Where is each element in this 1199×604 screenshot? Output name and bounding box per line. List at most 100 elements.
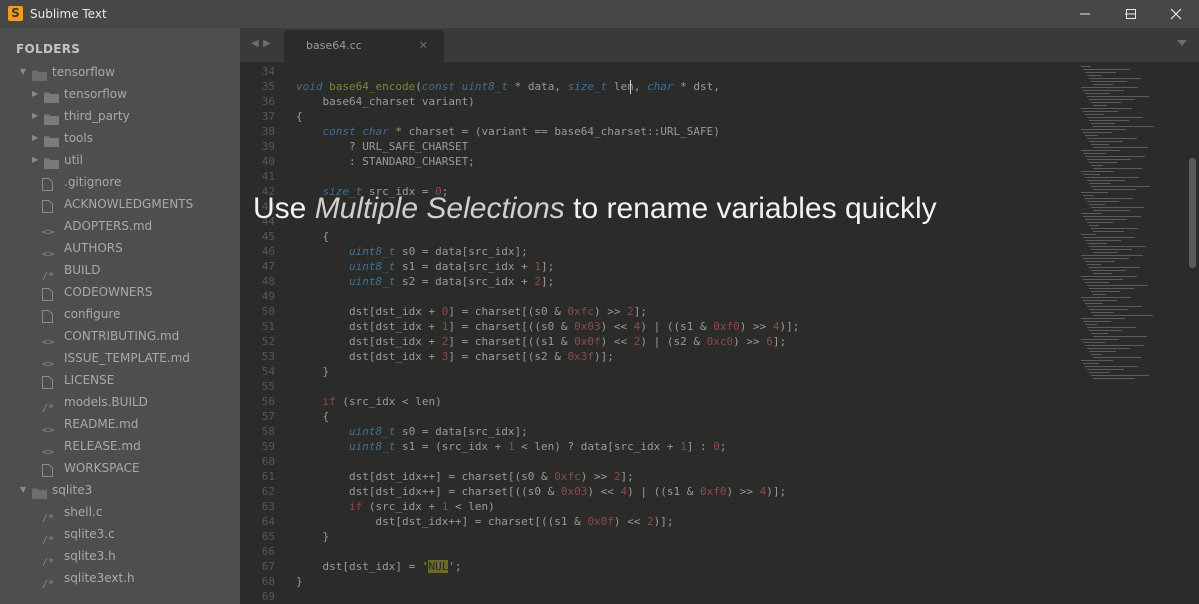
file-item[interactable]: WORKSPACE: [0, 457, 240, 479]
minimap-line: [1093, 252, 1118, 253]
code-line: 51 dst[dst_idx + 1] = charset[((s0 & 0x0…: [240, 319, 1075, 334]
code-text: const char * charset = (variant == base6…: [322, 125, 720, 138]
minimap-line: [1089, 351, 1116, 352]
tree-item-label: third_party: [64, 109, 130, 123]
code-line: 64 dst[dst_idx++] = charset[((s1 & 0x0f)…: [240, 514, 1075, 529]
caption-prefix: Use: [253, 192, 315, 225]
chevron-right-icon[interactable]: ▶: [32, 105, 38, 127]
minimap-line: [1091, 186, 1150, 187]
minimize-button[interactable]: [1062, 0, 1108, 28]
file-item[interactable]: <> ISSUE_TEMPLATE.md: [0, 347, 240, 370]
folder-open-icon: [32, 66, 47, 81]
file-item[interactable]: <> CONTRIBUTING.md: [0, 325, 240, 348]
code-text: }: [296, 530, 330, 543]
minimap-line: [1093, 231, 1124, 232]
minimap-line: [1087, 222, 1113, 223]
code-line: 48 uint8_t s2 = data[src_idx + 2];: [240, 274, 1075, 289]
file-item[interactable]: /* BUILD: [0, 259, 240, 282]
tree-item-label: sqlite3: [52, 483, 93, 497]
file-item[interactable]: <> README.md: [0, 413, 240, 436]
file-item[interactable]: /* models.BUILD: [0, 391, 240, 414]
minimap-line: [1081, 213, 1102, 214]
folder-item[interactable]: ▶ tensorflow: [0, 83, 240, 105]
code-text: }: [296, 365, 330, 378]
line-number: 35: [261, 80, 275, 93]
close-button[interactable]: [1153, 0, 1199, 28]
folder-item[interactable]: ▼ tensorflow: [0, 61, 240, 83]
code-line: 61 dst[dst_idx++] = charset[(s0 & 0xfc) …: [240, 469, 1075, 484]
code-file-icon: <>: [42, 425, 55, 436]
chevron-right-icon[interactable]: ▶: [32, 127, 38, 149]
line-number: 40: [261, 155, 275, 168]
code-editor[interactable]: 34 35 void base64_encode(const uint8_t * d…: [240, 62, 1075, 604]
file-item[interactable]: /* shell.c: [0, 501, 240, 524]
minimap-line: [1087, 159, 1131, 160]
tab-scroll-right-icon[interactable]: ▶: [263, 38, 271, 49]
tree-item-label: models.BUILD: [64, 395, 148, 409]
minimap[interactable]: [1075, 62, 1187, 604]
code-line: 68}: [240, 574, 1075, 589]
code-line: 38 const char * charset = (variant == ba…: [240, 124, 1075, 139]
tab-scroll-left-icon[interactable]: ◀: [251, 38, 259, 49]
file-item[interactable]: <> ADOPTERS.md: [0, 215, 240, 238]
minimap-line: [1091, 354, 1102, 355]
minimap-line: [1091, 102, 1121, 103]
minimap-line: [1085, 282, 1109, 283]
code-text: dst[dst_idx + 1] = charset[((s0 & 0x03) …: [296, 320, 800, 333]
file-item[interactable]: LICENSE: [0, 369, 240, 391]
chevron-down-icon[interactable]: ▼: [20, 479, 26, 501]
tree-item-label: RELEASE.md: [64, 439, 141, 453]
file-item[interactable]: /* sqlite3.c: [0, 523, 240, 546]
tree-item-label: ISSUE_TEMPLATE.md: [64, 351, 190, 365]
code-text: uint8_t s0 = data[src_idx];: [348, 425, 528, 438]
file-item[interactable]: /* sqlite3ext.h: [0, 567, 240, 590]
code-line: 58 uint8_t s0 = data[src_idx];: [240, 424, 1075, 439]
tab-close-icon[interactable]: ✕: [419, 30, 428, 62]
comment-file-icon: /*: [42, 535, 55, 546]
minimap-line: [1091, 312, 1114, 313]
folder-item[interactable]: ▶ tools: [0, 127, 240, 149]
minimap-line: [1083, 237, 1135, 238]
code-line: 50 dst[dst_idx + 0] = charset[(s0 & 0xfc…: [240, 304, 1075, 319]
minimap-line: [1089, 372, 1110, 373]
minimap-line: [1087, 369, 1124, 370]
line-number: 69: [261, 590, 275, 603]
scroll-thumb[interactable]: [1189, 158, 1196, 268]
minimap-line: [1085, 219, 1127, 220]
tree-item-label: ADOPTERS.md: [64, 219, 153, 233]
line-number: 64: [261, 515, 275, 528]
minimap-line: [1083, 174, 1100, 175]
vertical-scrollbar[interactable]: [1187, 62, 1199, 604]
tab-dropdown-icon[interactable]: [1177, 40, 1187, 46]
file-item[interactable]: configure: [0, 303, 240, 325]
comment-file-icon: /*: [42, 513, 55, 524]
file-item[interactable]: <> RELEASE.md: [0, 435, 240, 458]
tree-item-label: LICENSE: [64, 373, 115, 387]
line-number: 46: [261, 245, 275, 258]
file-icon: [42, 308, 56, 323]
caption-emphasis: Multiple Selections: [314, 192, 565, 225]
line-number: 62: [261, 485, 275, 498]
minimap-line: [1085, 261, 1115, 262]
maximize-button[interactable]: [1108, 0, 1154, 28]
code-text: {: [296, 110, 303, 123]
folder-item[interactable]: ▼ sqlite3: [0, 479, 240, 501]
chevron-right-icon[interactable]: ▶: [32, 149, 38, 171]
file-item[interactable]: /* sqlite3.h: [0, 545, 240, 568]
file-item[interactable]: CODEOWNERS: [0, 281, 240, 303]
file-item[interactable]: <> AUTHORS: [0, 237, 240, 260]
file-item[interactable]: ACKNOWLEDGMENTS: [0, 193, 240, 215]
chevron-down-icon[interactable]: ▼: [20, 61, 26, 83]
tab-base64[interactable]: base64.cc ✕: [284, 30, 444, 62]
minimap-line: [1093, 126, 1154, 127]
line-number: 58: [261, 425, 275, 438]
code-text: dst[dst_idx] = 'NUL';: [296, 560, 462, 573]
file-icon: [42, 286, 56, 301]
file-item[interactable]: .gitignore: [0, 171, 240, 193]
chevron-right-icon[interactable]: ▶: [32, 83, 38, 105]
folder-item[interactable]: ▶ third_party: [0, 105, 240, 127]
minimap-line: [1081, 87, 1138, 88]
line-number: 56: [261, 395, 275, 408]
folder-item[interactable]: ▶ util: [0, 149, 240, 171]
window-title: Sublime Text: [30, 7, 107, 21]
